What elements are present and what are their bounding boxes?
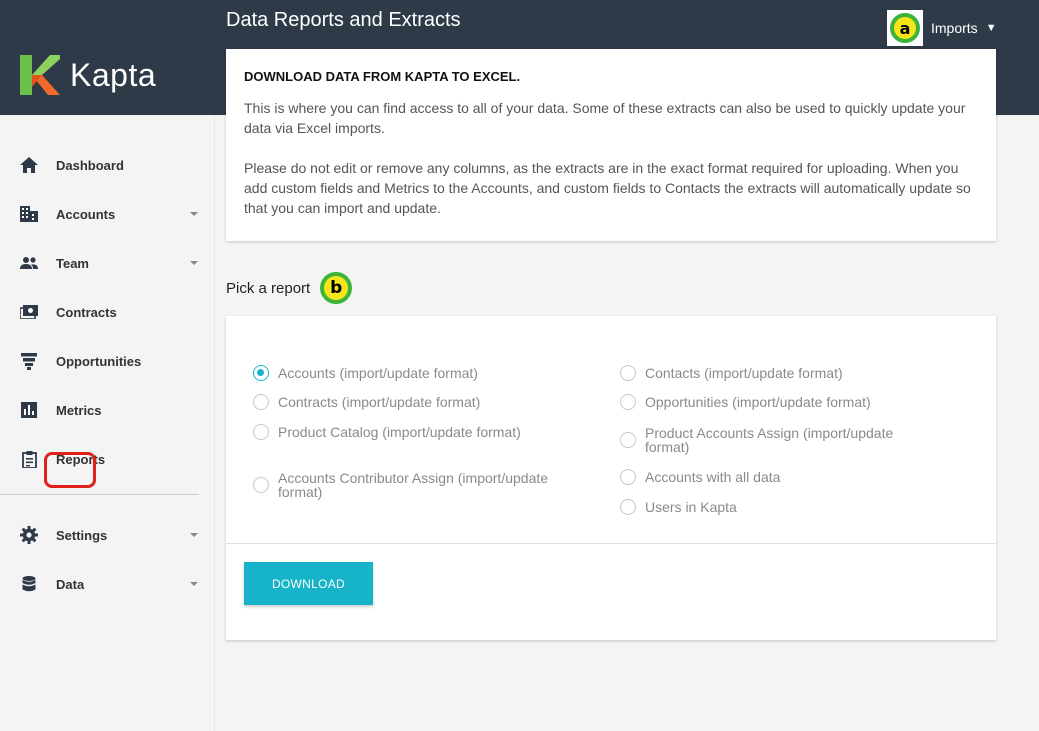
option-label: Product Catalog (import/update format)	[278, 424, 521, 440]
database-icon	[19, 574, 39, 594]
annotation-a-wrapper: a	[887, 10, 923, 46]
sidebar-item-label: Data	[56, 576, 85, 592]
download-button[interactable]: DOWNLOAD	[244, 562, 373, 605]
radio-button[interactable]	[253, 394, 269, 410]
sidebar-divider	[0, 494, 199, 495]
info-paragraph: Please do not edit or remove any columns…	[244, 160, 971, 216]
money-icon	[19, 302, 39, 322]
chevron-down-icon[interactable]	[190, 533, 198, 537]
radio-button[interactable]	[620, 394, 636, 410]
logo-text: Kapta	[70, 56, 157, 93]
radio-button[interactable]	[253, 365, 269, 381]
report-option-users[interactable]: Users in Kapta	[620, 499, 737, 515]
option-label: Product Accounts Assign (import/update f…	[645, 425, 894, 455]
clipboard-icon	[19, 449, 39, 469]
page-title: Data Reports and Extracts	[226, 9, 461, 31]
kapta-logo-icon	[20, 55, 60, 95]
building-icon	[19, 204, 39, 224]
option-label: Contracts (import/update format)	[278, 394, 481, 410]
report-option-accounts-contributor-assign[interactable]: Accounts Contributor Assign (import/upda…	[253, 471, 578, 499]
radio-button[interactable]	[620, 432, 636, 448]
chevron-down-icon[interactable]	[190, 261, 198, 265]
radio-button[interactable]	[253, 424, 269, 440]
sidebar-item-label: Contracts	[56, 304, 117, 320]
sidebar-item-opportunities[interactable]: Opportunities	[0, 341, 215, 381]
imports-label: Imports	[931, 20, 978, 36]
report-card: Accounts (import/update format) Contract…	[226, 316, 996, 640]
gear-icon	[19, 525, 39, 545]
report-option-opportunities[interactable]: Opportunities (import/update format)	[620, 394, 871, 410]
sidebar-item-reports[interactable]: Reports	[0, 439, 215, 479]
pick-report-row: Pick a report b	[226, 272, 353, 304]
info-heading: DOWNLOAD DATA FROM KAPTA TO EXCEL.	[244, 69, 521, 84]
sidebar-item-metrics[interactable]: Metrics	[0, 390, 215, 430]
annotation-badge-a: a	[890, 13, 920, 43]
funnel-icon	[19, 351, 39, 371]
info-paragraph: This is where you can find access to all…	[244, 100, 966, 136]
pick-report-label: Pick a report	[226, 279, 311, 297]
report-option-product-accounts-assign[interactable]: Product Accounts Assign (import/update f…	[620, 426, 935, 454]
sidebar-item-label: Accounts	[56, 206, 116, 222]
people-icon	[19, 253, 39, 273]
kapta-logo[interactable]: Kapta	[20, 55, 156, 95]
sidebar-item-label: Dashboard	[56, 157, 124, 173]
sidebar: Dashboard Accounts Team Contracts Opport…	[0, 115, 215, 731]
annotation-badge-b: b	[320, 272, 353, 304]
imports-menu[interactable]: a Imports ▼	[887, 10, 997, 46]
sidebar-item-label: Team	[56, 255, 89, 271]
report-option-product-catalog[interactable]: Product Catalog (import/update format)	[253, 424, 521, 440]
radio-button[interactable]	[253, 477, 269, 493]
report-option-accounts-all-data[interactable]: Accounts with all data	[620, 469, 780, 485]
sidebar-item-label: Settings	[56, 527, 108, 543]
sidebar-item-dashboard[interactable]: Dashboard	[0, 145, 215, 185]
option-label: Users in Kapta	[645, 499, 737, 515]
option-label: Accounts (import/update format)	[278, 365, 478, 381]
option-label: Opportunities (import/update format)	[645, 394, 871, 410]
radio-button[interactable]	[620, 469, 636, 485]
sidebar-item-label: Metrics	[56, 402, 102, 418]
sidebar-item-accounts[interactable]: Accounts	[0, 194, 215, 234]
sidebar-item-settings[interactable]: Settings	[0, 515, 215, 555]
report-option-contacts[interactable]: Contacts (import/update format)	[620, 365, 843, 381]
bar-chart-icon	[19, 400, 39, 420]
sidebar-item-data[interactable]: Data	[0, 564, 215, 604]
info-card: DOWNLOAD DATA FROM KAPTA TO EXCEL. This …	[226, 49, 996, 241]
sidebar-item-label: Opportunities	[56, 353, 142, 369]
option-label: Accounts with all data	[645, 469, 781, 485]
report-option-contracts[interactable]: Contracts (import/update format)	[253, 394, 480, 410]
sidebar-item-contracts[interactable]: Contracts	[0, 292, 215, 332]
option-label: Contacts (import/update format)	[645, 365, 843, 381]
card-divider	[226, 543, 996, 544]
radio-button[interactable]	[620, 499, 636, 515]
radio-button[interactable]	[620, 365, 636, 381]
option-label: Accounts Contributor Assign (import/upda…	[278, 470, 549, 500]
chevron-down-icon[interactable]	[190, 212, 198, 216]
home-icon	[19, 155, 39, 175]
report-option-accounts[interactable]: Accounts (import/update format)	[253, 365, 478, 381]
chevron-down-icon[interactable]	[190, 582, 198, 586]
sidebar-item-team[interactable]: Team	[0, 243, 215, 283]
caret-down-icon: ▼	[985, 22, 997, 34]
highlight-box	[44, 452, 96, 488]
